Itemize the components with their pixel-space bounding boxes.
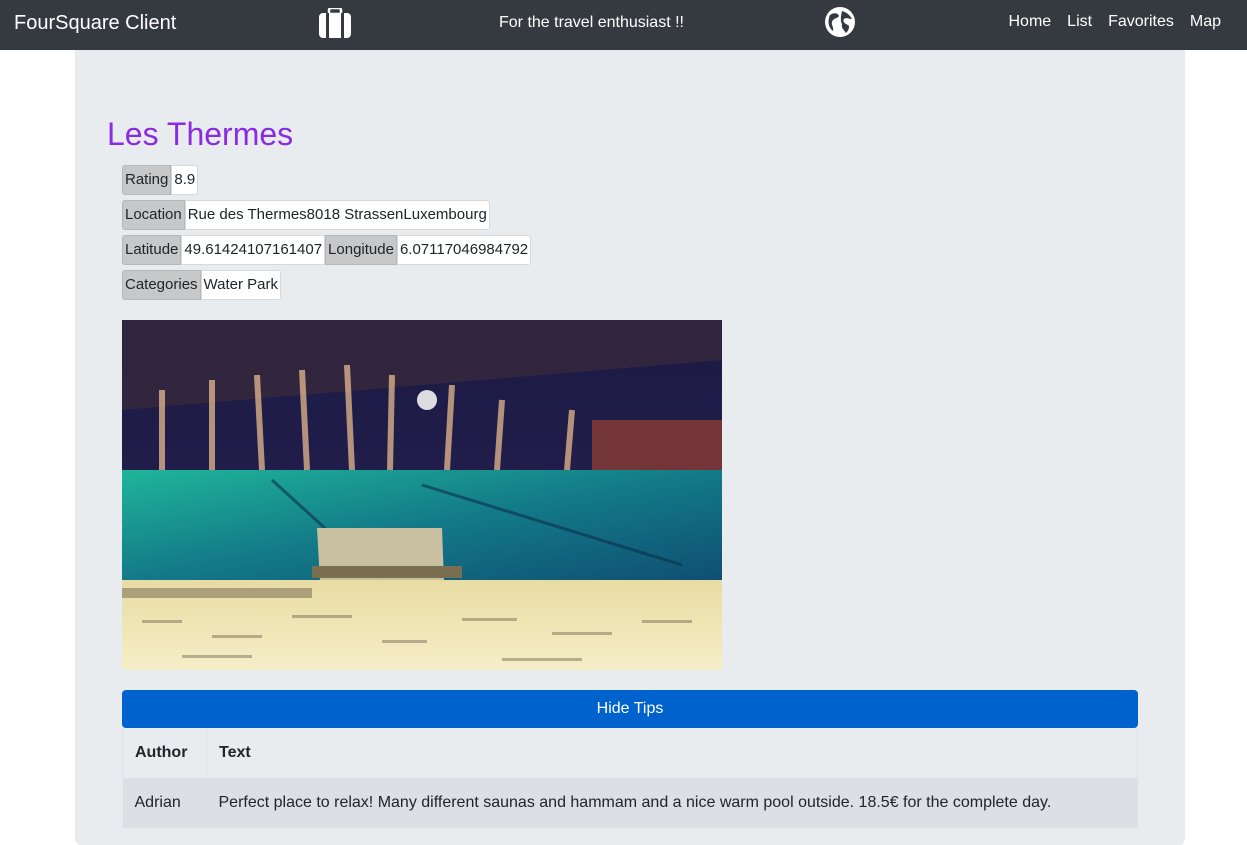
table-row: Adrian Perfect place to relax! Many diff… — [122, 778, 1138, 828]
categories-row: Categories Water Park — [122, 270, 282, 300]
hide-tips-button[interactable]: Hide Tips — [122, 690, 1138, 728]
location-label: Location — [122, 200, 185, 230]
categories-label: Categories — [122, 270, 201, 300]
tips-table-header-row: Author Text — [122, 728, 1138, 779]
suitcase-icon — [319, 8, 351, 38]
tip-text: Perfect place to relax! Many different s… — [206, 778, 1138, 828]
tip-author: Adrian — [122, 778, 207, 828]
venue-photo — [122, 320, 722, 670]
nav-list-link[interactable]: List — [1067, 13, 1092, 31]
nav-map-link[interactable]: Map — [1190, 13, 1221, 31]
location-value: Rue des Thermes8018 StrassenLuxembourg — [184, 200, 490, 230]
author-column-header: Author — [122, 728, 207, 779]
nav-favorites-link[interactable]: Favorites — [1108, 13, 1174, 31]
navbar: FourSquare Client For the travel enthusi… — [0, 0, 1247, 50]
rating-row: Rating 8.9 — [122, 165, 199, 195]
tips-table: Author Text Adrian Perfect place to rela… — [122, 728, 1138, 828]
latitude-value: 49.61424107161407 — [181, 235, 326, 265]
coordinates-row: Latitude 49.61424107161407 Longitude 6.0… — [122, 235, 532, 265]
tagline: For the travel enthusiast !! — [499, 14, 684, 31]
text-column-header: Text — [206, 728, 1138, 779]
globe-icon — [825, 7, 855, 37]
nav-home-link[interactable]: Home — [1008, 13, 1051, 31]
rating-value: 8.9 — [171, 165, 199, 195]
categories-value: Water Park — [200, 270, 282, 300]
venue-title: Les Thermes — [107, 116, 294, 152]
nav-links: Home List Favorites Map — [1008, 13, 1221, 31]
latitude-label: Latitude — [122, 235, 182, 265]
rating-label: Rating — [122, 165, 172, 195]
venue-details-panel: Les Thermes Rating 8.9 Location Rue des … — [75, 50, 1185, 845]
longitude-label: Longitude — [325, 235, 397, 265]
location-row: Location Rue des Thermes8018 StrassenLux… — [122, 200, 490, 230]
brand-logo-text[interactable]: FourSquare Client — [14, 12, 176, 35]
longitude-value: 6.07117046984792 — [396, 235, 532, 265]
